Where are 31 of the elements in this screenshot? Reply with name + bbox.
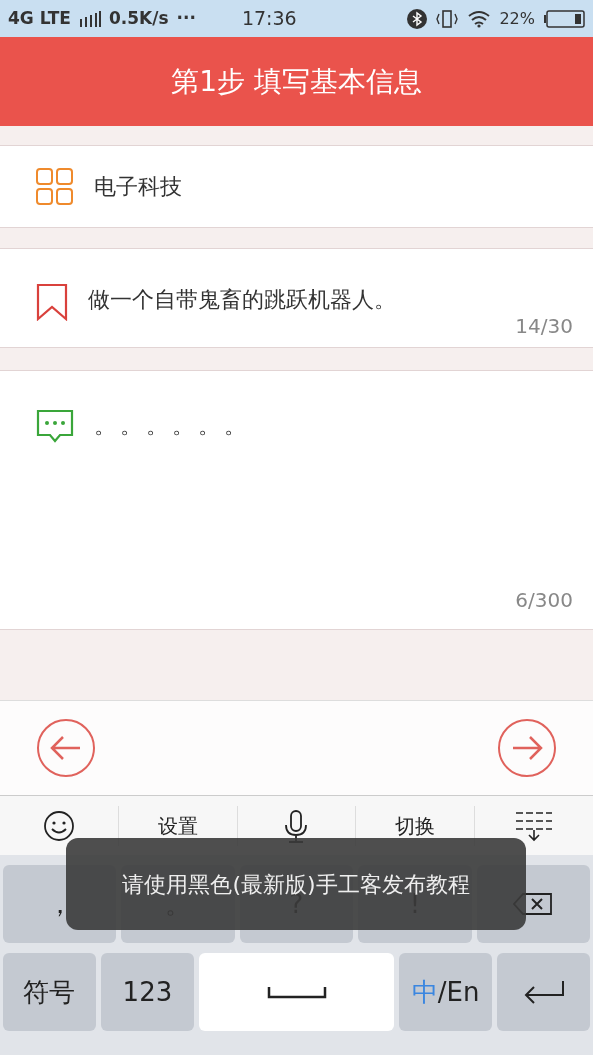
toolbar-button[interactable]: 切换 bbox=[395, 810, 436, 841]
category-value: 电子科技 bbox=[94, 173, 182, 201]
character-counter: 6/300 bbox=[515, 587, 573, 614]
character-counter: 14/30 bbox=[515, 313, 573, 340]
battery-label: 22% bbox=[499, 7, 535, 30]
more-label: ··· bbox=[176, 6, 196, 30]
keyboard-hide-icon[interactable] bbox=[515, 809, 554, 842]
grid-icon bbox=[36, 167, 74, 206]
category-row[interactable]: 电子科技 bbox=[0, 145, 593, 228]
signal-icon bbox=[78, 10, 101, 27]
toolbar-button[interactable]: 设置 bbox=[157, 810, 198, 841]
space-bar-icon bbox=[266, 985, 327, 999]
wifi-icon bbox=[467, 9, 492, 28]
language-key[interactable]: 中/En bbox=[399, 953, 493, 1031]
title-field[interactable]: 做一个自带鬼畜的跳跃机器人。 14/30 bbox=[0, 248, 593, 348]
battery-icon bbox=[543, 8, 585, 29]
network-label: 4G LTE bbox=[8, 6, 71, 30]
vibrate-icon bbox=[435, 8, 460, 29]
chat-bubble-icon bbox=[36, 409, 74, 443]
smiley-icon[interactable] bbox=[42, 809, 75, 842]
bluetooth-icon bbox=[407, 8, 428, 29]
clock: 17:36 bbox=[241, 6, 297, 32]
description-field[interactable]: 。。。。。。 6/300 bbox=[0, 370, 593, 630]
speed-label: 0.5K/s bbox=[108, 6, 169, 30]
page-title: 第1步 填写基本信息 bbox=[171, 63, 422, 100]
title-value: 做一个自带鬼畜的跳跃机器人。 bbox=[88, 286, 396, 314]
toast-message: 请使用黑色(最新版)手工客发布教程 bbox=[122, 870, 470, 897]
description-value: 。。。。。。 bbox=[94, 412, 250, 440]
bookmark-icon bbox=[36, 283, 68, 321]
key[interactable]: 符号 bbox=[3, 953, 96, 1031]
key[interactable]: 123 bbox=[100, 953, 194, 1031]
